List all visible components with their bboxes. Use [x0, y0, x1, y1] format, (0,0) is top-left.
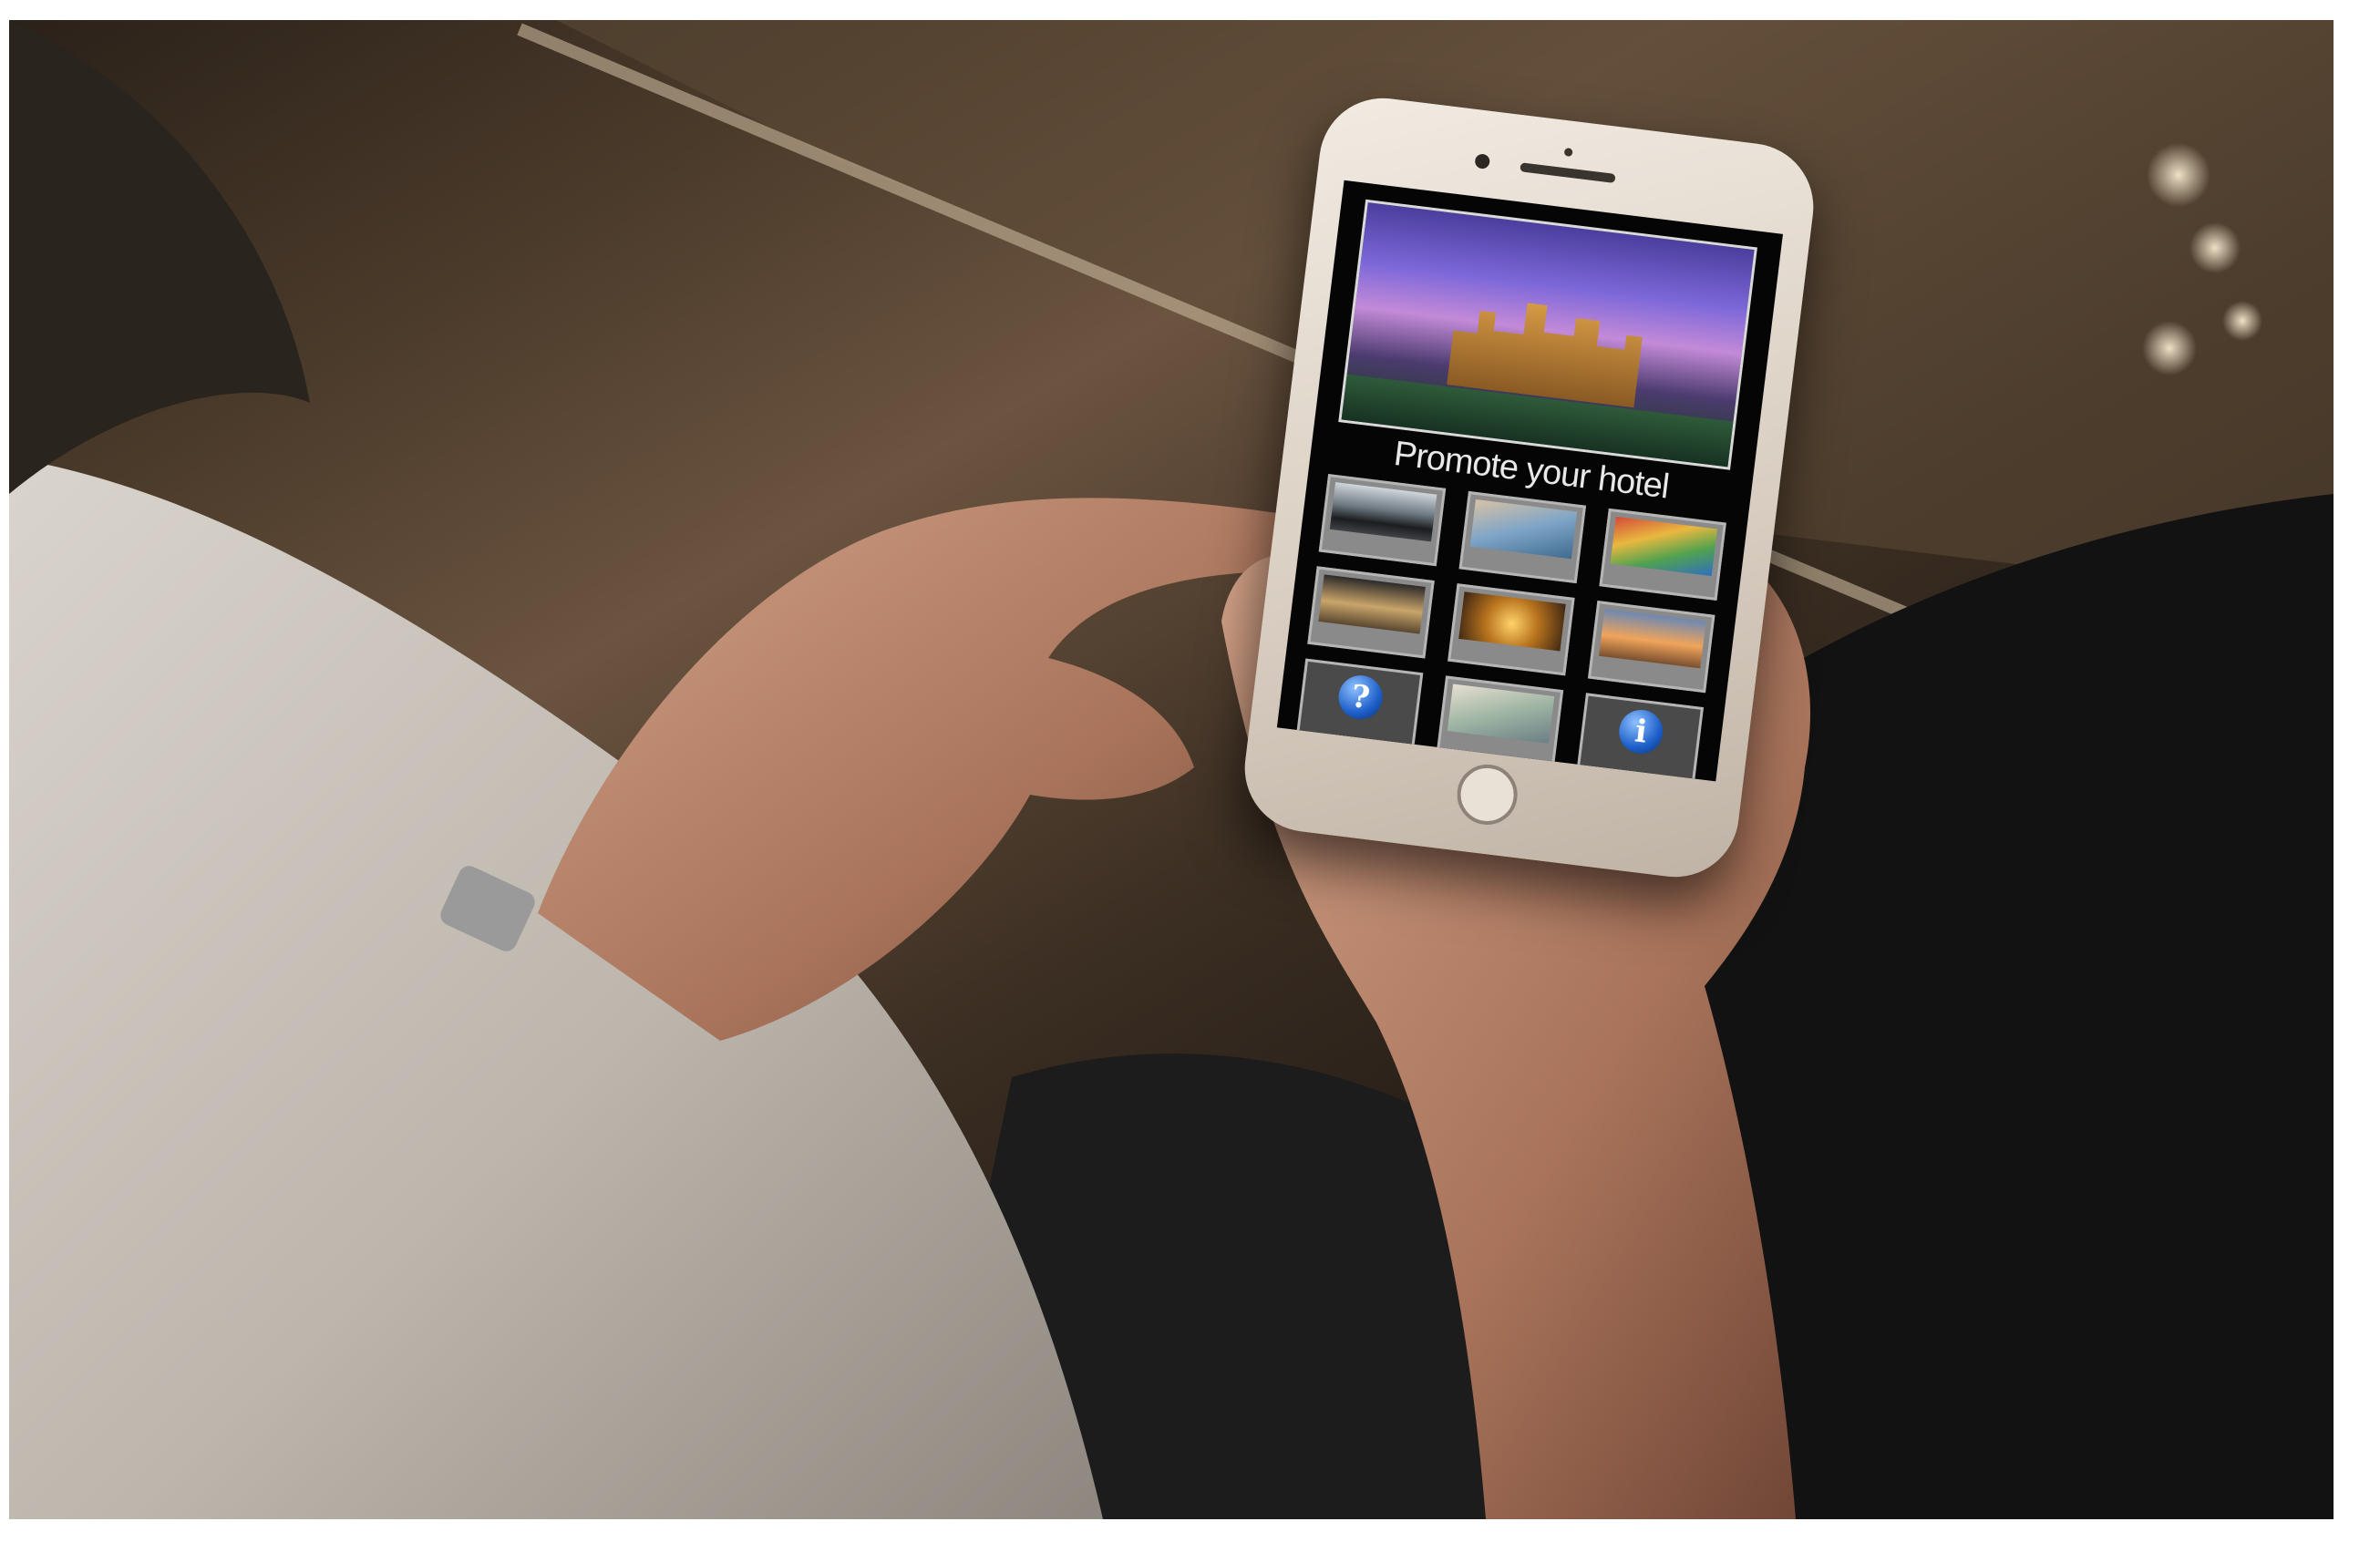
- front-camera: [1474, 153, 1491, 170]
- menu-tile-help[interactable]: ?: [1295, 658, 1424, 751]
- menu-tile-flights[interactable]: [1587, 601, 1715, 694]
- smartphone: Promote your hotel ? i: [1237, 90, 1821, 885]
- menu-grid: ? i: [1295, 474, 1726, 782]
- tile-label: [1462, 563, 1574, 577]
- menu-tile-room[interactable]: [1458, 490, 1587, 584]
- tile-label: [1311, 638, 1423, 652]
- earpiece-speaker: [1520, 162, 1616, 183]
- tile-label: [1440, 747, 1552, 761]
- room-image: [1469, 499, 1578, 560]
- home-button[interactable]: [1453, 761, 1521, 828]
- dining-image: [1458, 591, 1566, 652]
- tile-label: [1323, 546, 1435, 560]
- tile-label: [1451, 655, 1563, 669]
- menu-tile-dining[interactable]: [1448, 583, 1575, 676]
- menu-tile-info[interactable]: i: [1576, 693, 1705, 782]
- menu-tile-car[interactable]: [1318, 474, 1447, 567]
- phone-screen: Promote your hotel ? i: [1276, 180, 1783, 782]
- art-image: [1610, 516, 1717, 577]
- hotel-hero-image[interactable]: [1338, 199, 1757, 470]
- question-icon: ?: [1335, 673, 1386, 722]
- tile-label: [1580, 765, 1692, 778]
- car-image: [1329, 482, 1437, 542]
- landscape-image: [1318, 574, 1426, 634]
- menu-tile-landscape[interactable]: [1307, 566, 1435, 659]
- menu-tile-spa[interactable]: [1436, 675, 1564, 768]
- background-photo: [9, 20, 2334, 1519]
- info-icon: i: [1616, 707, 1666, 756]
- photo-scene: Promote your hotel ? i: [9, 20, 2334, 1519]
- spa-image: [1447, 684, 1555, 744]
- airplane-image: [1599, 609, 1706, 669]
- tile-label: [1592, 673, 1704, 686]
- sensor-dot: [1563, 148, 1573, 158]
- tile-label: [1300, 730, 1412, 744]
- page-margin: [2334, 0, 2380, 1542]
- menu-tile-art[interactable]: [1599, 508, 1726, 601]
- tile-label: [1602, 581, 1715, 594]
